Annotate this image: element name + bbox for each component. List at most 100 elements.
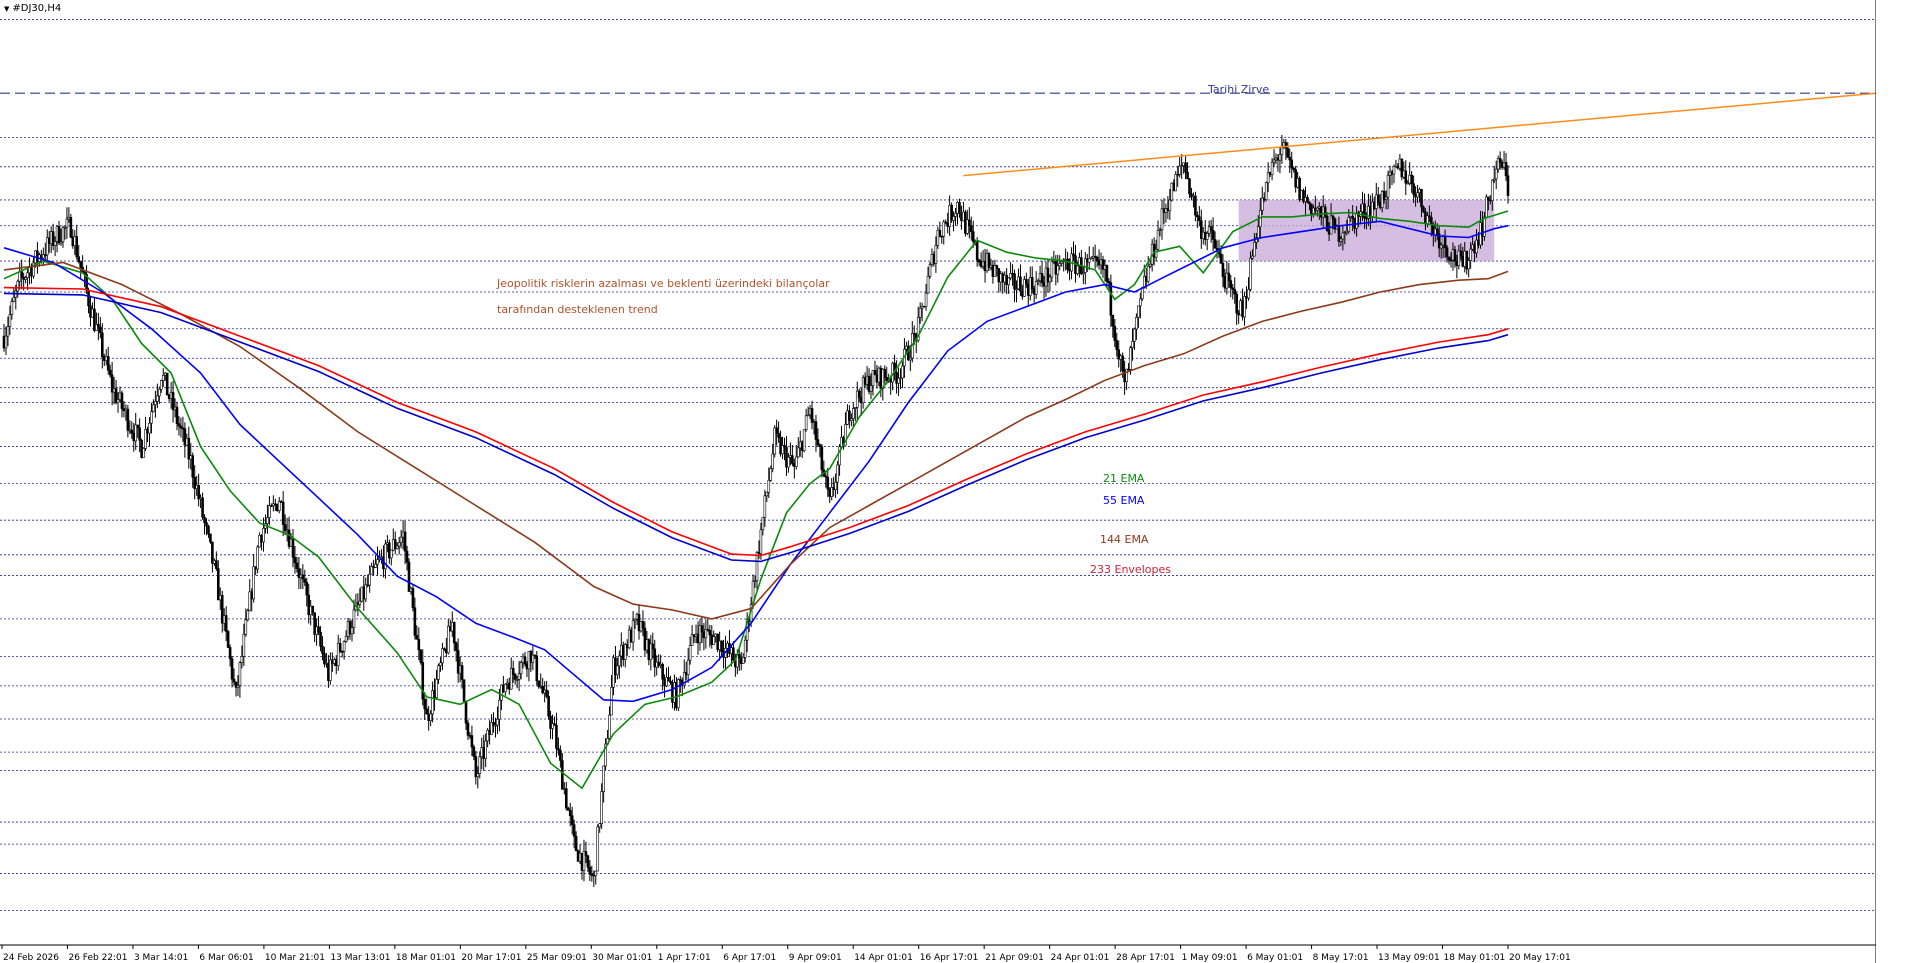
candle-body: [1494, 168, 1498, 180]
candle-body: [478, 756, 482, 774]
candle-body: [439, 662, 442, 666]
candle-body: [99, 326, 102, 334]
candle-body: [238, 662, 242, 686]
time-tick-label-2: 3 Mar 14:01: [134, 953, 188, 963]
time-tick-label-16: 24 Apr 01:01: [1051, 953, 1110, 963]
time-tick-label-3: 6 Mar 06:01: [199, 953, 253, 963]
candle-body: [1270, 161, 1274, 175]
candle-body: [1264, 182, 1268, 200]
ascending-trendline[interactable]: [963, 92, 1877, 177]
candle-body: [126, 408, 130, 431]
candle-body: [1056, 265, 1060, 275]
candle-body: [901, 365, 904, 379]
candle-body: [1095, 256, 1099, 262]
time-tick-label-8: 25 Mar 09:01: [527, 953, 587, 963]
candle-body: [1131, 341, 1134, 348]
candle-body: [452, 621, 456, 644]
candle-body: [852, 408, 855, 419]
candle-body: [600, 791, 603, 824]
candle-body: [358, 600, 362, 605]
candle-body: [511, 667, 515, 675]
time-tick-label-0: 24 Feb 2026: [3, 953, 59, 963]
time-tick-label-22: 18 May 01:01: [1444, 953, 1506, 963]
candle-body: [338, 643, 342, 652]
candle-body: [795, 456, 798, 467]
candle-body: [641, 621, 645, 629]
candle-body: [1115, 340, 1119, 351]
candle-body: [816, 439, 820, 446]
candle-body: [1469, 248, 1472, 261]
candle-body: [1194, 195, 1197, 216]
candle-body: [1253, 241, 1256, 257]
candlestick-chart[interactable]: 5116550935507105048050255500304980549575…: [0, 0, 1916, 963]
series-line-1: [3, 220, 1509, 703]
candle-body: [1487, 196, 1490, 201]
candle-body: [1392, 166, 1396, 175]
candle-body: [1257, 226, 1260, 239]
time-tick-label-18: 1 May 09:01: [1182, 953, 1238, 963]
trend-note-line2: tarafından desteklenen trend: [497, 303, 658, 316]
candle-body: [252, 566, 255, 600]
candle-body: [1221, 263, 1225, 277]
candle-body: [873, 370, 877, 376]
candle-body: [1483, 216, 1486, 237]
candle-body: [1490, 179, 1494, 201]
candle-body: [700, 625, 704, 633]
candle-body: [79, 261, 82, 268]
candle-body: [1331, 215, 1335, 220]
time-tick-label-21: 13 May 09:01: [1378, 953, 1440, 963]
candle-body: [787, 456, 790, 468]
time-tick-label-11: 6 Apr 17:01: [723, 953, 776, 963]
candle-body: [952, 216, 955, 221]
candle-body: [425, 708, 428, 715]
time-tick-label-7: 20 Mar 17:01: [461, 953, 521, 963]
candle-body: [159, 380, 163, 390]
candle-body: [928, 264, 932, 277]
candle-body: [69, 217, 73, 238]
candle-body: [883, 369, 887, 378]
candle-body: [504, 683, 507, 693]
candle-body: [191, 455, 195, 478]
candle-body: [165, 372, 169, 396]
candle-body: [466, 722, 470, 736]
candle-body: [344, 636, 348, 642]
candle-body: [1178, 165, 1181, 175]
candle-body: [826, 476, 830, 490]
candle-body: [65, 218, 69, 228]
candle-body: [470, 735, 474, 748]
candle-body: [804, 415, 808, 430]
candle-body: [1430, 216, 1433, 225]
candle-body: [743, 639, 747, 658]
candle-body: [741, 657, 745, 664]
candle-body: [1209, 226, 1213, 231]
candle-body: [77, 256, 81, 263]
candle-body: [547, 696, 550, 717]
candle-body: [610, 686, 613, 716]
candle-body: [561, 760, 564, 790]
candle-body: [1168, 199, 1172, 212]
candle-body: [537, 680, 541, 688]
env233-label: 233 Envelopes: [1090, 563, 1171, 576]
candle-body: [16, 280, 20, 292]
candle-body: [1306, 197, 1309, 203]
candle-body: [759, 529, 763, 554]
candle-body: [148, 422, 151, 434]
candle-body: [834, 481, 837, 491]
candle-body: [277, 501, 281, 512]
candle-body: [203, 516, 206, 523]
candle-body: [1109, 282, 1113, 316]
candle-body: [1105, 265, 1109, 282]
candle-body: [513, 674, 517, 680]
candle-body: [262, 528, 265, 543]
candle-body: [1146, 265, 1150, 282]
candle-body: [1211, 230, 1215, 240]
candle-body: [1498, 158, 1502, 163]
candle-body: [1404, 170, 1408, 184]
candle-body: [1323, 206, 1327, 217]
candle-body: [1280, 147, 1284, 155]
candle-body: [20, 271, 23, 278]
candle-body: [1459, 250, 1463, 257]
time-tick-label-9: 30 Mar 01:01: [592, 953, 652, 963]
candle-body: [942, 221, 946, 237]
candle-body: [971, 231, 975, 242]
